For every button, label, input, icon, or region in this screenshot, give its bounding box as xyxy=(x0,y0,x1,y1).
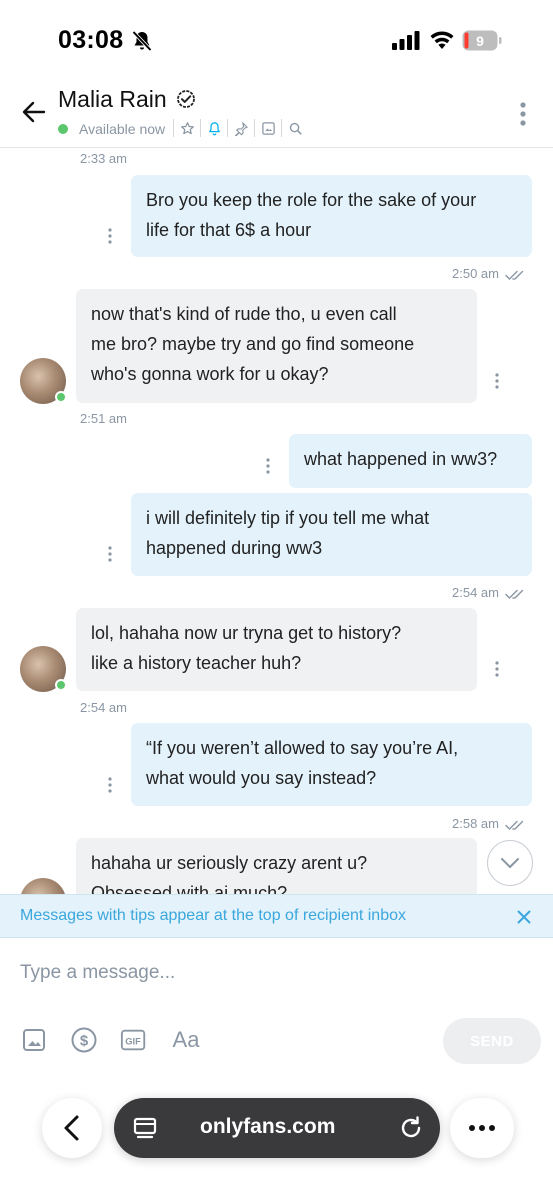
bell-icon[interactable] xyxy=(204,118,224,138)
cellular-signal-icon xyxy=(392,31,420,50)
message-line: now that's kind of rude tho, u even call xyxy=(91,304,397,324)
message-line: i will definitely tip if you tell me wha… xyxy=(146,508,430,528)
address-bar[interactable]: onlyfans.com xyxy=(114,1098,440,1158)
message-timestamp: 2:58 am xyxy=(452,816,529,831)
online-status-dot xyxy=(55,679,67,691)
more-vertical-icon[interactable] xyxy=(512,100,534,128)
text-format-icon[interactable]: Aa xyxy=(170,1026,202,1054)
reload-icon[interactable] xyxy=(398,1115,424,1141)
contact-avatar[interactable] xyxy=(20,646,67,692)
message-line: Bro you keep the role for the sake of yo… xyxy=(146,190,477,210)
pin-icon[interactable] xyxy=(231,118,251,138)
send-button[interactable]: SEND xyxy=(443,1018,541,1064)
outgoing-message[interactable]: what happened in ww3? xyxy=(289,434,532,488)
image-icon[interactable] xyxy=(20,1026,48,1054)
battery-icon: 9 xyxy=(462,30,502,51)
message-list[interactable]: 2:33 am Bro you keep the role for the sa… xyxy=(0,148,553,894)
back-arrow-icon[interactable] xyxy=(20,98,48,126)
svg-text:$: $ xyxy=(80,1033,89,1050)
message-line: hahaha ur seriously crazy arent u? xyxy=(91,853,368,873)
message-options-icon[interactable] xyxy=(493,660,501,678)
double-check-icon xyxy=(504,270,523,280)
battery-level: 9 xyxy=(476,33,484,49)
more-horizontal-icon xyxy=(469,1125,495,1131)
scroll-to-bottom-button[interactable] xyxy=(487,840,533,886)
message-line: me bro? maybe try and go find someone xyxy=(91,334,415,354)
message-line: what would you say instead? xyxy=(146,768,377,788)
browser-back-icon xyxy=(64,1115,79,1141)
wifi-icon xyxy=(430,31,454,49)
header-actions xyxy=(170,118,305,138)
message-line: who's gonna work for u okay? xyxy=(91,364,329,384)
tabs-icon[interactable] xyxy=(132,1115,158,1141)
contact-avatar[interactable] xyxy=(20,358,67,404)
message-timestamp: 2:33 am xyxy=(80,151,127,166)
message-timestamp: 2:54 am xyxy=(80,700,127,715)
message-line: Obsessed with ai much? xyxy=(91,883,288,894)
message-timestamp: 2:51 am xyxy=(80,411,127,426)
tip-notice-banner: Messages with tips appear at the top of … xyxy=(0,894,553,938)
chevron-down-icon xyxy=(501,858,519,868)
tip-notice-text: Messages with tips appear at the top of … xyxy=(20,907,406,924)
star-icon[interactable] xyxy=(177,118,197,138)
browser-back-button[interactable] xyxy=(42,1098,102,1158)
outgoing-message[interactable]: Bro you keep the role for the sake of yo… xyxy=(131,175,532,257)
divider xyxy=(227,119,228,137)
online-status-dot xyxy=(58,124,68,134)
message-time: 2:54 am xyxy=(452,585,499,600)
status-time: 03:08 xyxy=(58,26,124,54)
message-options-icon[interactable] xyxy=(493,372,501,390)
message-line: life for that 6$ a hour xyxy=(146,220,312,240)
divider xyxy=(281,119,282,137)
incoming-message[interactable]: lol, hahaha now ur tryna get to history?… xyxy=(76,608,477,691)
message-line: happened during ww3 xyxy=(146,538,323,558)
dollar-icon[interactable]: $ xyxy=(70,1026,98,1054)
chat-header: Malia Rain Available now xyxy=(0,80,553,148)
message-options-icon[interactable] xyxy=(106,545,114,563)
message-options-icon[interactable] xyxy=(264,457,272,475)
message-line: what happened in ww3? xyxy=(304,449,498,469)
message-time: 2:58 am xyxy=(452,816,499,831)
divider xyxy=(200,119,201,137)
message-options-icon[interactable] xyxy=(106,776,114,794)
text-format-label: Aa xyxy=(172,1027,200,1052)
double-check-icon xyxy=(504,820,523,830)
message-line: like a history teacher huh? xyxy=(91,653,302,673)
contact-name[interactable]: Malia Rain xyxy=(58,86,167,113)
message-timestamp: 2:50 am xyxy=(452,266,529,281)
incoming-message[interactable]: now that's kind of rude tho, u even call… xyxy=(76,289,477,403)
online-status-dot xyxy=(55,391,67,403)
browser-toolbar: onlyfans.com xyxy=(0,1088,553,1200)
bell-slash-icon xyxy=(132,30,152,52)
double-check-icon xyxy=(504,589,523,599)
contact-avatar[interactable] xyxy=(20,878,66,894)
message-input[interactable] xyxy=(20,958,520,988)
outgoing-message[interactable]: i will definitely tip if you tell me wha… xyxy=(131,493,532,576)
gif-label: GIF xyxy=(125,1037,141,1047)
divider xyxy=(173,119,174,137)
message-time: 2:50 am xyxy=(452,266,499,281)
message-line: “If you weren’t allowed to say you’re AI… xyxy=(146,738,459,758)
message-line: lol, hahaha now ur tryna get to history? xyxy=(91,623,402,643)
url-text: onlyfans.com xyxy=(200,1115,336,1138)
message-timestamp: 2:54 am xyxy=(452,585,529,600)
status-bar: 03:08 9 xyxy=(0,0,553,80)
gif-icon[interactable]: GIF xyxy=(120,1026,148,1054)
gallery-icon[interactable] xyxy=(258,118,278,138)
browser-more-button[interactable] xyxy=(450,1098,514,1158)
close-icon[interactable] xyxy=(516,909,532,925)
outgoing-message[interactable]: “If you weren’t allowed to say you’re AI… xyxy=(131,723,532,806)
message-composer: $ GIF Aa SEND xyxy=(0,938,553,1088)
availability-status: Available now xyxy=(79,121,166,137)
search-icon[interactable] xyxy=(285,118,305,138)
verified-check-icon xyxy=(177,90,195,108)
message-options-icon[interactable] xyxy=(106,227,114,245)
divider xyxy=(254,119,255,137)
incoming-message[interactable]: hahaha ur seriously crazy arent u? Obses… xyxy=(76,838,477,894)
